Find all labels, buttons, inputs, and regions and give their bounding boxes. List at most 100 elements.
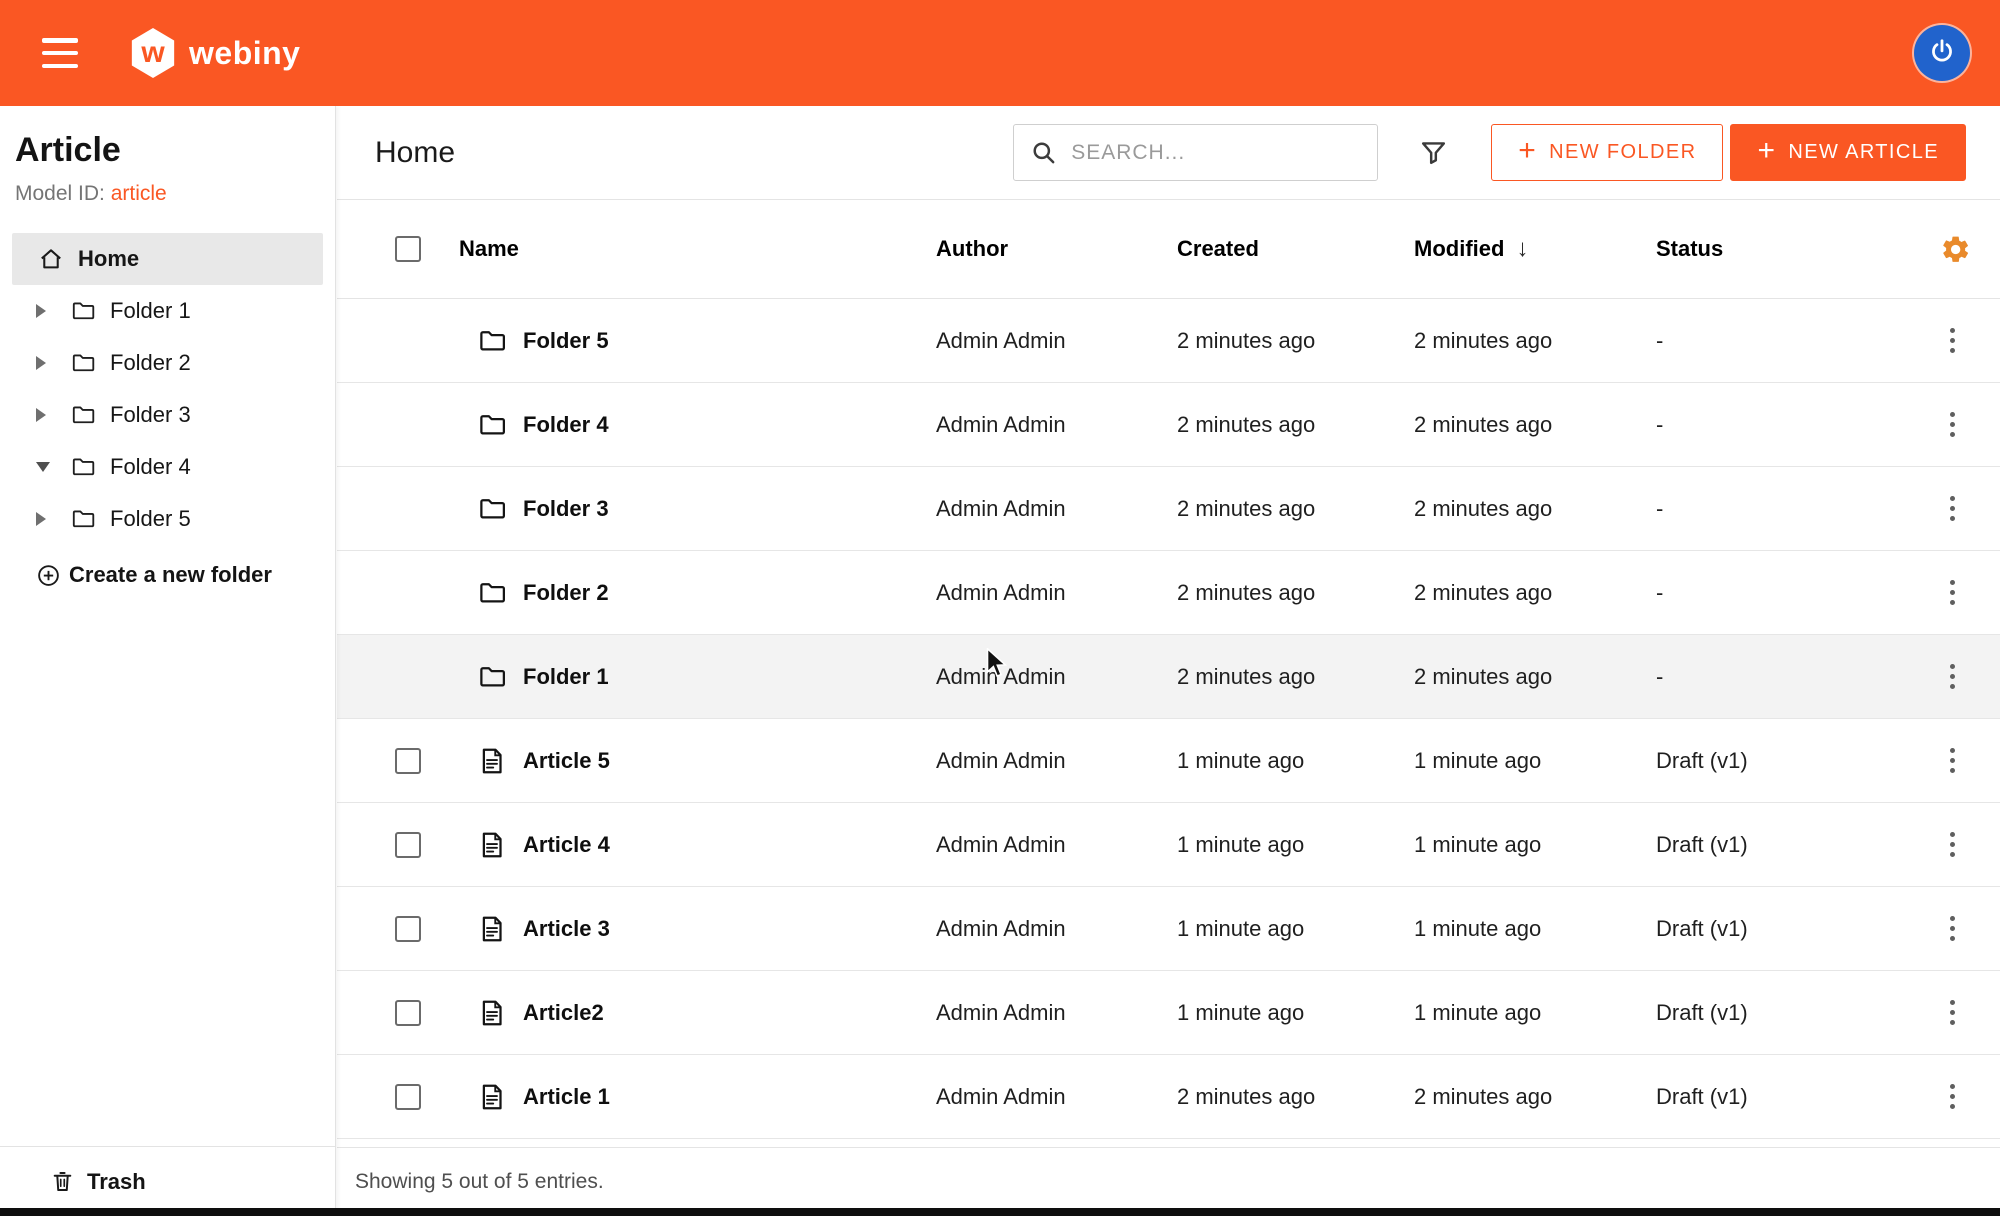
row-author: Admin Admin	[936, 1084, 1177, 1110]
table-header: Name Author Created Modified ↓ Status	[337, 200, 2000, 299]
kebab-menu-icon[interactable]	[1940, 406, 1965, 443]
sidebar-item-home[interactable]: Home	[12, 233, 323, 285]
table-row[interactable]: Article 4 Admin Admin 1 minute ago 1 min…	[337, 803, 2000, 887]
column-status[interactable]: Status	[1656, 236, 1940, 262]
row-name: Folder 3	[523, 496, 609, 522]
row-status: Draft (v1)	[1656, 748, 1940, 774]
table-row[interactable]: Article 5 Admin Admin 1 minute ago 1 min…	[337, 719, 2000, 803]
row-created: 2 minutes ago	[1177, 328, 1414, 354]
row-modified: 2 minutes ago	[1414, 1084, 1656, 1110]
row-name: Article2	[523, 1000, 604, 1026]
row-status: Draft (v1)	[1656, 832, 1940, 858]
kebab-menu-icon[interactable]	[1940, 574, 1965, 611]
new-folder-button[interactable]: + NEW FOLDER	[1491, 124, 1723, 181]
menu-icon[interactable]	[42, 38, 78, 68]
folder-icon	[477, 494, 507, 524]
kebab-menu-icon[interactable]	[1940, 994, 1965, 1031]
chevron-icon[interactable]	[36, 304, 56, 318]
table-row[interactable]: Folder 3 Admin Admin 2 minutes ago 2 min…	[337, 467, 2000, 551]
kebab-menu-icon[interactable]	[1940, 1078, 1965, 1115]
settings-gear-icon[interactable]	[1940, 234, 1971, 265]
folder-icon	[477, 326, 507, 356]
sidebar-folder-item[interactable]: Folder 5	[0, 493, 335, 545]
folder-icon	[477, 410, 507, 440]
table-row[interactable]: Folder 2 Admin Admin 2 minutes ago 2 min…	[337, 551, 2000, 635]
row-author: Admin Admin	[936, 748, 1177, 774]
kebab-menu-icon[interactable]	[1940, 910, 1965, 947]
row-name: Folder 1	[523, 664, 609, 690]
chevron-icon[interactable]	[36, 462, 56, 472]
table-row[interactable]: Folder 4 Admin Admin 2 minutes ago 2 min…	[337, 383, 2000, 467]
kebab-menu-icon[interactable]	[1940, 490, 1965, 527]
row-created: 1 minute ago	[1177, 916, 1414, 942]
row-checkbox[interactable]	[395, 748, 421, 774]
table-row[interactable]: Article 3 Admin Admin 1 minute ago 1 min…	[337, 887, 2000, 971]
row-name: Folder 4	[523, 412, 609, 438]
row-name: Folder 5	[523, 328, 609, 354]
kebab-menu-icon[interactable]	[1940, 658, 1965, 695]
column-modified[interactable]: Modified ↓	[1414, 235, 1656, 263]
row-created: 2 minutes ago	[1177, 1084, 1414, 1110]
trash-label: Trash	[87, 1169, 146, 1195]
row-modified: 2 minutes ago	[1414, 664, 1656, 690]
chevron-icon[interactable]	[36, 408, 56, 422]
file-icon	[477, 914, 507, 944]
folder-icon	[70, 402, 96, 428]
row-checkbox[interactable]	[395, 916, 421, 942]
row-status: -	[1656, 496, 1940, 522]
kebab-menu-icon[interactable]	[1940, 742, 1965, 779]
create-folder-button[interactable]: Create a new folder	[0, 551, 335, 599]
folder-icon	[70, 506, 96, 532]
folder-label: Folder 1	[110, 298, 191, 324]
folder-icon	[70, 350, 96, 376]
table-row[interactable]: Article2 Admin Admin 1 minute ago 1 minu…	[337, 971, 2000, 1055]
row-author: Admin Admin	[936, 580, 1177, 606]
search-box[interactable]	[1013, 124, 1378, 181]
folder-icon	[70, 298, 96, 324]
row-checkbox[interactable]	[395, 1000, 421, 1026]
filter-icon[interactable]	[1414, 133, 1453, 172]
column-created[interactable]: Created	[1177, 236, 1414, 262]
sidebar-folder-item[interactable]: Folder 3	[0, 389, 335, 441]
model-title: Article	[15, 130, 317, 170]
row-modified: 1 minute ago	[1414, 916, 1656, 942]
row-checkbox[interactable]	[395, 1084, 421, 1110]
user-avatar[interactable]	[1914, 25, 1970, 81]
column-name[interactable]: Name	[459, 236, 936, 262]
sidebar-folder-item[interactable]: Folder 2	[0, 337, 335, 389]
row-status: -	[1656, 664, 1940, 690]
table-row[interactable]: Article 1 Admin Admin 2 minutes ago 2 mi…	[337, 1055, 2000, 1139]
trash-button[interactable]: Trash	[0, 1146, 335, 1216]
row-author: Admin Admin	[936, 1000, 1177, 1026]
model-id-value: article	[111, 182, 167, 205]
sidebar-folder-item[interactable]: Folder 4	[0, 441, 335, 493]
row-name: Article 1	[523, 1084, 610, 1110]
table-row[interactable]: Folder 1 Admin Admin 2 minutes ago 2 min…	[337, 635, 2000, 719]
model-id: Model ID: article	[15, 182, 317, 206]
plus-circle-icon	[36, 563, 61, 588]
folder-label: Folder 5	[110, 506, 191, 532]
kebab-menu-icon[interactable]	[1940, 826, 1965, 863]
table-row[interactable]: Folder 5 Admin Admin 2 minutes ago 2 min…	[337, 299, 2000, 383]
home-icon	[38, 246, 64, 272]
row-status: Draft (v1)	[1656, 916, 1940, 942]
row-modified: 2 minutes ago	[1414, 412, 1656, 438]
row-author: Admin Admin	[936, 916, 1177, 942]
row-created: 2 minutes ago	[1177, 412, 1414, 438]
chevron-icon[interactable]	[36, 356, 56, 370]
search-input[interactable]	[1069, 140, 1361, 166]
row-status: -	[1656, 328, 1940, 354]
new-article-button[interactable]: + NEW ARTICLE	[1730, 124, 1966, 181]
webiny-logo: w webiny	[130, 28, 300, 78]
row-checkbox[interactable]	[395, 832, 421, 858]
column-author[interactable]: Author	[936, 236, 1177, 262]
create-folder-label: Create a new folder	[69, 562, 272, 588]
sidebar-folder-item[interactable]: Folder 1	[0, 285, 335, 337]
select-all-checkbox[interactable]	[395, 236, 421, 262]
sort-desc-icon: ↓	[1516, 235, 1528, 263]
row-name: Folder 2	[523, 580, 609, 606]
row-created: 2 minutes ago	[1177, 496, 1414, 522]
kebab-menu-icon[interactable]	[1940, 322, 1965, 359]
row-author: Admin Admin	[936, 412, 1177, 438]
chevron-icon[interactable]	[36, 512, 56, 526]
